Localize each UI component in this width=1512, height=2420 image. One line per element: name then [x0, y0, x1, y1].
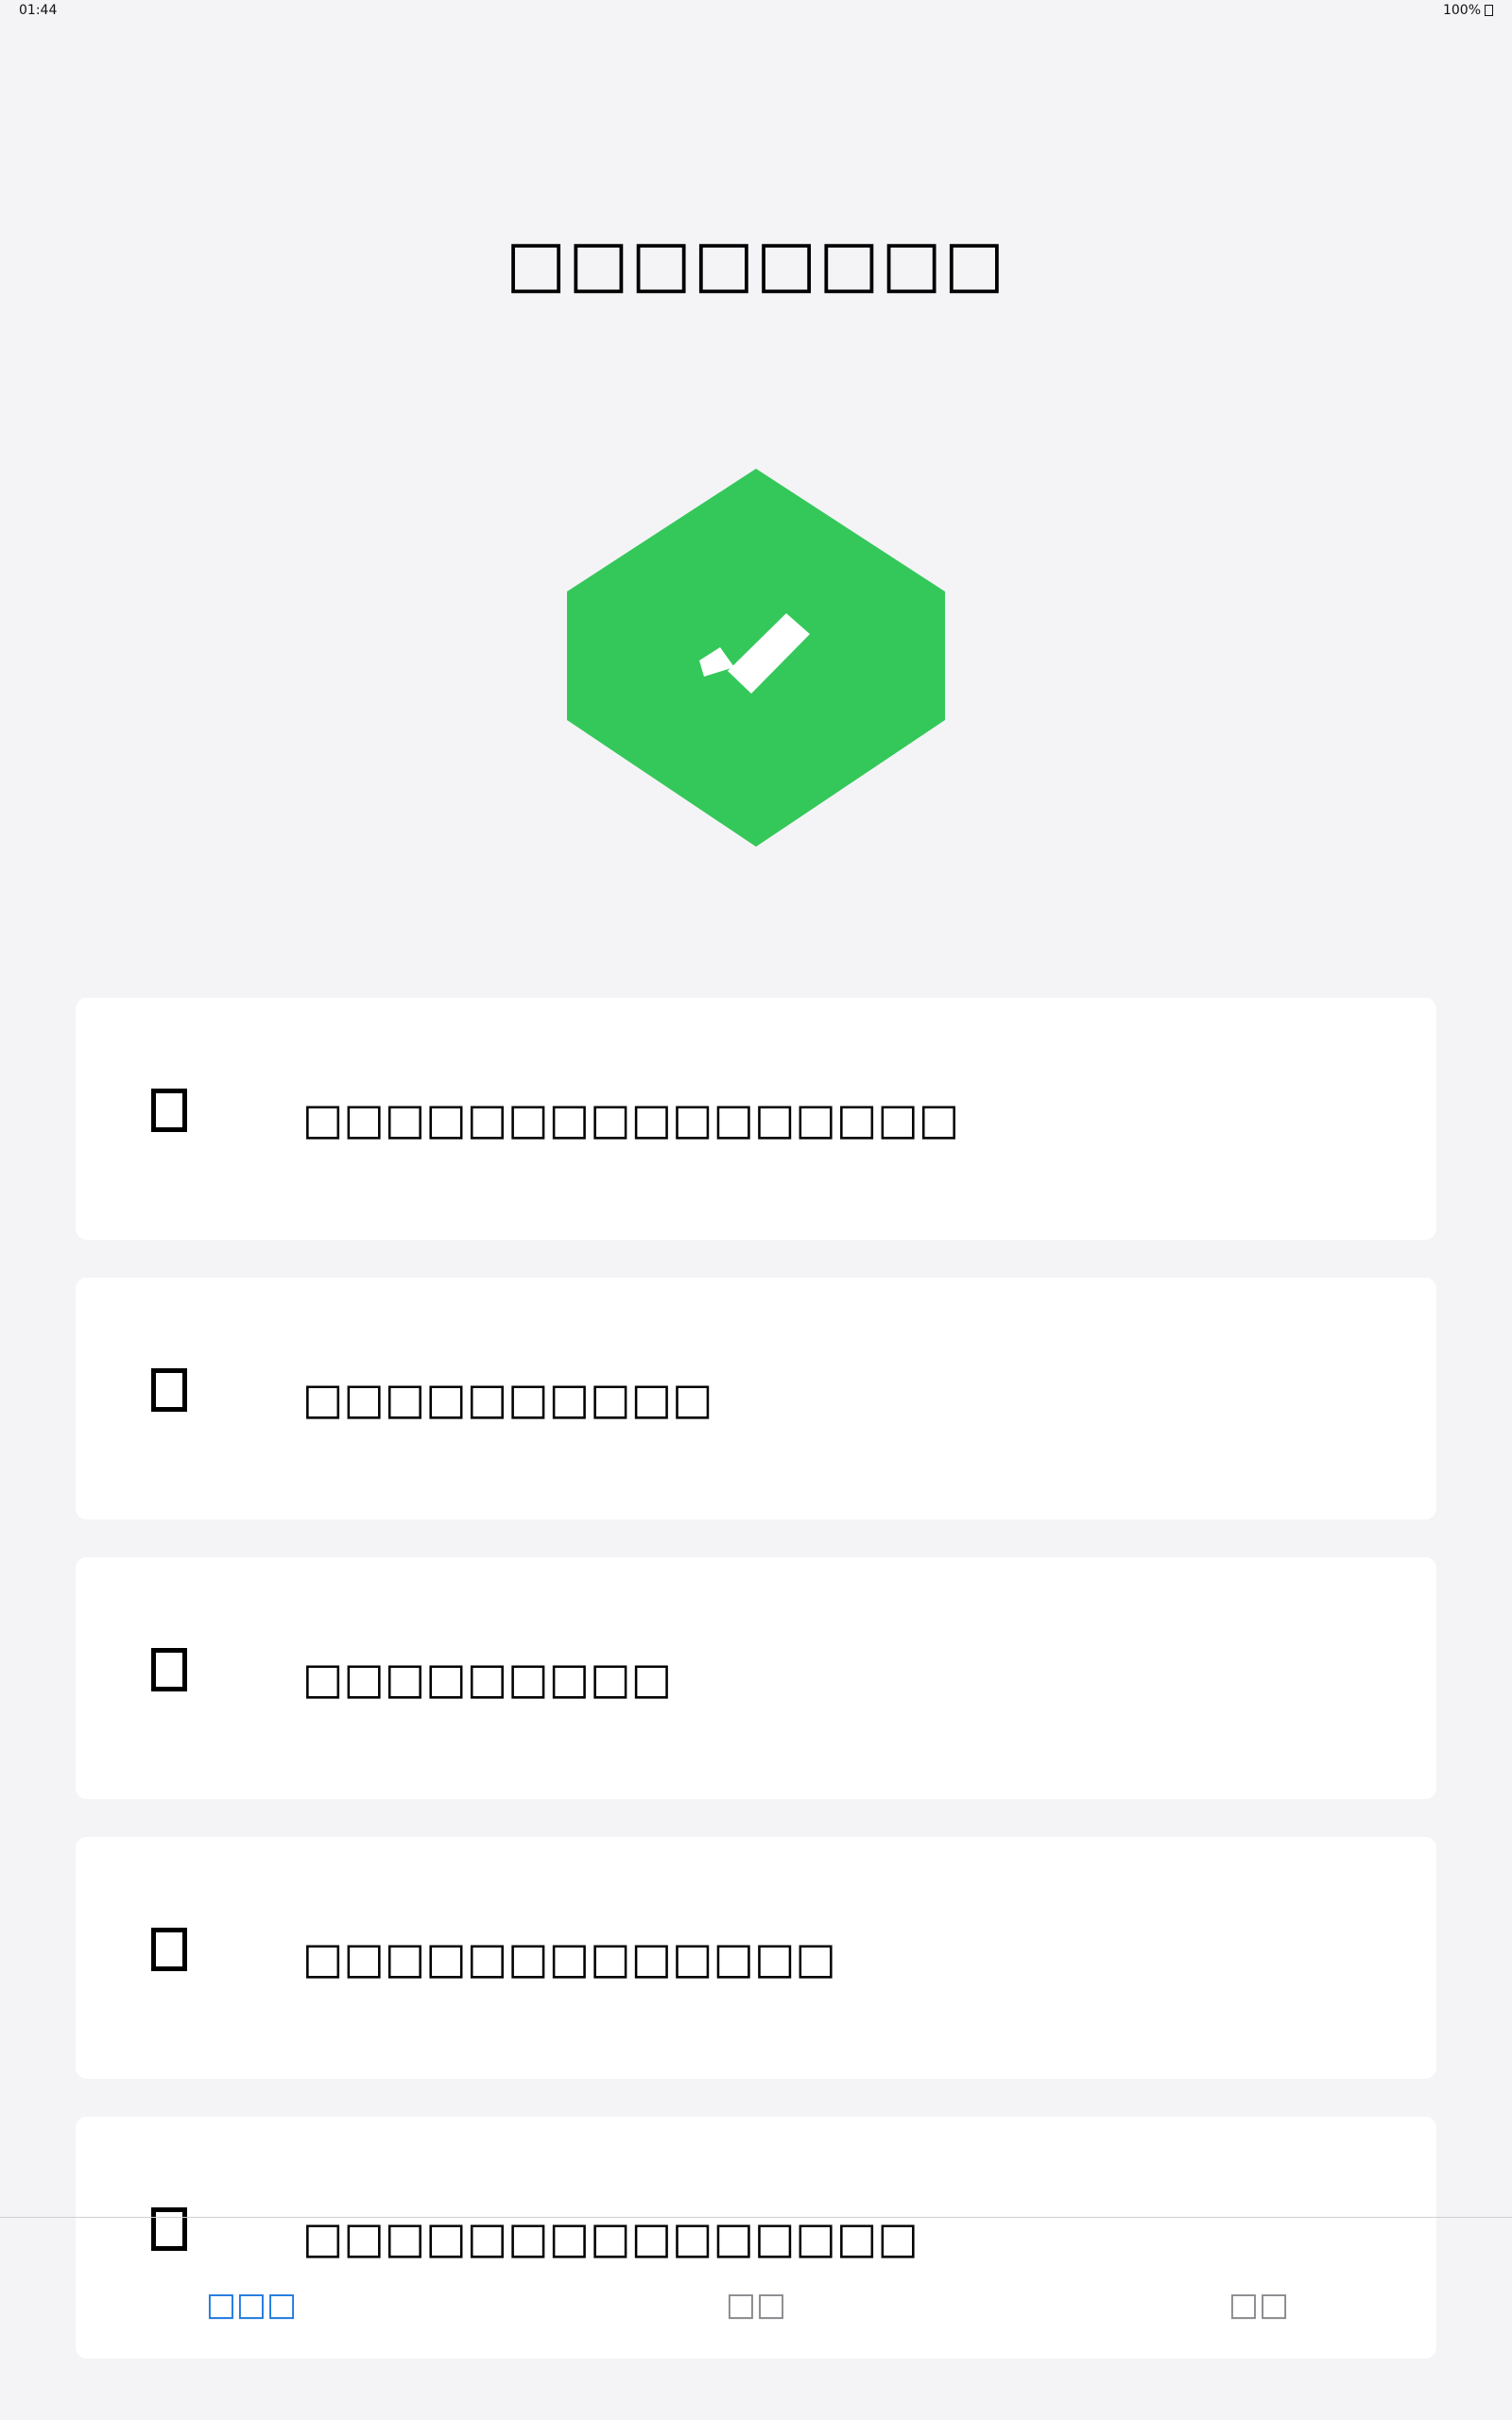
status-time: 01:44 [19, 3, 58, 18]
card-label: □□□□□□□□□□□□□□□□ [302, 1093, 960, 1144]
tab-3[interactable]: □□ [1117, 2286, 1400, 2324]
tab-2[interactable]: □□ [614, 2286, 898, 2324]
card-label: □□□□□□□□□□□□□ [302, 1932, 837, 1983]
check-hexagon-icon [567, 469, 945, 847]
item-icon [151, 1648, 187, 1691]
item-icon [151, 1089, 187, 1132]
list-card-3[interactable]: □□□□□□□□□ [76, 1557, 1436, 1799]
item-icon [151, 1928, 187, 1971]
card-label: □□□□□□□□□□ [302, 1373, 713, 1424]
battery-icon [1485, 5, 1493, 16]
battery-percent: 100% [1442, 3, 1481, 18]
tab-bar: □□□ □□ □□ [0, 2217, 1512, 2420]
page-title: □□□□□□□□ [506, 227, 1006, 301]
status-bar: 01:44 100% [0, 0, 1512, 23]
card-label: □□□□□□□□□ [302, 1653, 673, 1704]
tab-1[interactable]: □□□ [110, 2286, 393, 2324]
list-card-2[interactable]: □□□□□□□□□□ [76, 1278, 1436, 1519]
list-card-1[interactable]: □□□□□□□□□□□□□□□□ [76, 998, 1436, 1240]
item-icon [151, 1368, 187, 1412]
status-right: 100% [1443, 3, 1493, 18]
list-card-4[interactable]: □□□□□□□□□□□□□ [76, 1837, 1436, 2079]
